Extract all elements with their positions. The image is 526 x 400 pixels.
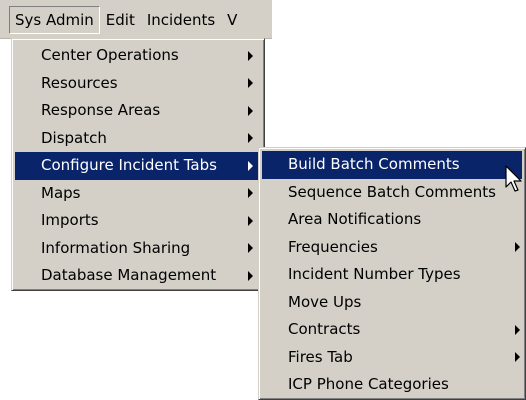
application-window: Sys Admin Edit Incidents V Center Operat… bbox=[0, 0, 526, 400]
sys-admin-dropdown: Center Operations Resources Response Are… bbox=[11, 38, 265, 291]
configure-incident-tabs-submenu: Build Batch Comments Sequence Batch Comm… bbox=[258, 147, 526, 400]
submenu-arrow-icon bbox=[248, 270, 253, 281]
menu-item-label: Sequence Batch Comments bbox=[288, 182, 496, 201]
menu-item-label: Center Operations bbox=[41, 46, 179, 64]
menu-item-label: Contracts bbox=[288, 320, 361, 338]
submenu-arrow-icon bbox=[248, 78, 253, 89]
menu-item-maps[interactable]: Maps bbox=[15, 180, 261, 208]
menu-item-center-operations[interactable]: Center Operations bbox=[15, 42, 261, 70]
submenu-arrow-icon bbox=[248, 105, 253, 116]
menu-item-label: Move Ups bbox=[288, 292, 362, 311]
submenu-arrow-icon bbox=[515, 352, 520, 363]
menu-item-information-sharing[interactable]: Information Sharing bbox=[15, 235, 261, 263]
menu-edit[interactable]: Edit bbox=[100, 6, 141, 34]
menu-item-move-ups[interactable]: Move Ups bbox=[262, 289, 522, 317]
menu-item-label: ICP Phone Categories bbox=[288, 375, 449, 393]
submenu-arrow-icon bbox=[515, 242, 520, 253]
menu-item-label: Build Batch Comments bbox=[288, 155, 460, 173]
menu-item-label: Incident Number Types bbox=[288, 265, 461, 283]
menu-item-label: Information Sharing bbox=[41, 238, 191, 257]
mouse-pointer-icon bbox=[505, 165, 522, 192]
menu-item-icp-phone-categories[interactable]: ICP Phone Categories bbox=[262, 371, 522, 399]
menu-item-area-notifications[interactable]: Area Notifications bbox=[262, 206, 522, 234]
menu-item-configure-incident-tabs[interactable]: Configure Incident Tabs bbox=[15, 152, 261, 180]
menu-item-frequencies[interactable]: Frequencies bbox=[262, 234, 522, 262]
menu-item-label: Configure Incident Tabs bbox=[41, 156, 217, 174]
menu-item-label: Maps bbox=[41, 183, 81, 202]
menu-item-sequence-batch-comments[interactable]: Sequence Batch Comments bbox=[262, 179, 522, 207]
menu-item-label: Imports bbox=[41, 211, 99, 229]
submenu-arrow-icon bbox=[248, 160, 253, 171]
menu-sys-admin[interactable]: Sys Admin bbox=[9, 6, 100, 34]
menu-item-label: Area Notifications bbox=[288, 210, 422, 228]
submenu-arrow-icon bbox=[248, 50, 253, 61]
menu-item-label: Dispatch bbox=[41, 128, 107, 147]
menu-item-build-batch-comments[interactable]: Build Batch Comments bbox=[262, 151, 522, 179]
submenu-arrow-icon bbox=[248, 188, 253, 199]
submenu-arrow-icon bbox=[248, 133, 253, 144]
menu-item-label: Database Management bbox=[41, 266, 217, 284]
menu-item-contracts[interactable]: Contracts bbox=[262, 316, 522, 344]
menu-item-response-areas[interactable]: Response Areas bbox=[15, 97, 261, 125]
menu-view-truncated[interactable]: V bbox=[221, 6, 243, 34]
menu-item-incident-number-types[interactable]: Incident Number Types bbox=[262, 261, 522, 289]
menu-item-label: Response Areas bbox=[41, 101, 161, 119]
menu-bar: Sys Admin Edit Incidents V bbox=[0, 0, 272, 39]
submenu-arrow-icon bbox=[248, 215, 253, 226]
submenu-arrow-icon bbox=[248, 243, 253, 254]
menu-item-label: Frequencies bbox=[288, 237, 378, 256]
menu-item-resources[interactable]: Resources bbox=[15, 70, 261, 98]
menu-item-label: Resources bbox=[41, 73, 118, 92]
menu-item-imports[interactable]: Imports bbox=[15, 207, 261, 235]
menu-item-database-management[interactable]: Database Management bbox=[15, 262, 261, 290]
menu-item-label: Fires Tab bbox=[288, 347, 353, 366]
menu-item-fires-tab[interactable]: Fires Tab bbox=[262, 344, 522, 372]
menu-incidents[interactable]: Incidents bbox=[141, 6, 221, 34]
submenu-arrow-icon bbox=[515, 324, 520, 335]
menu-item-dispatch[interactable]: Dispatch bbox=[15, 125, 261, 153]
